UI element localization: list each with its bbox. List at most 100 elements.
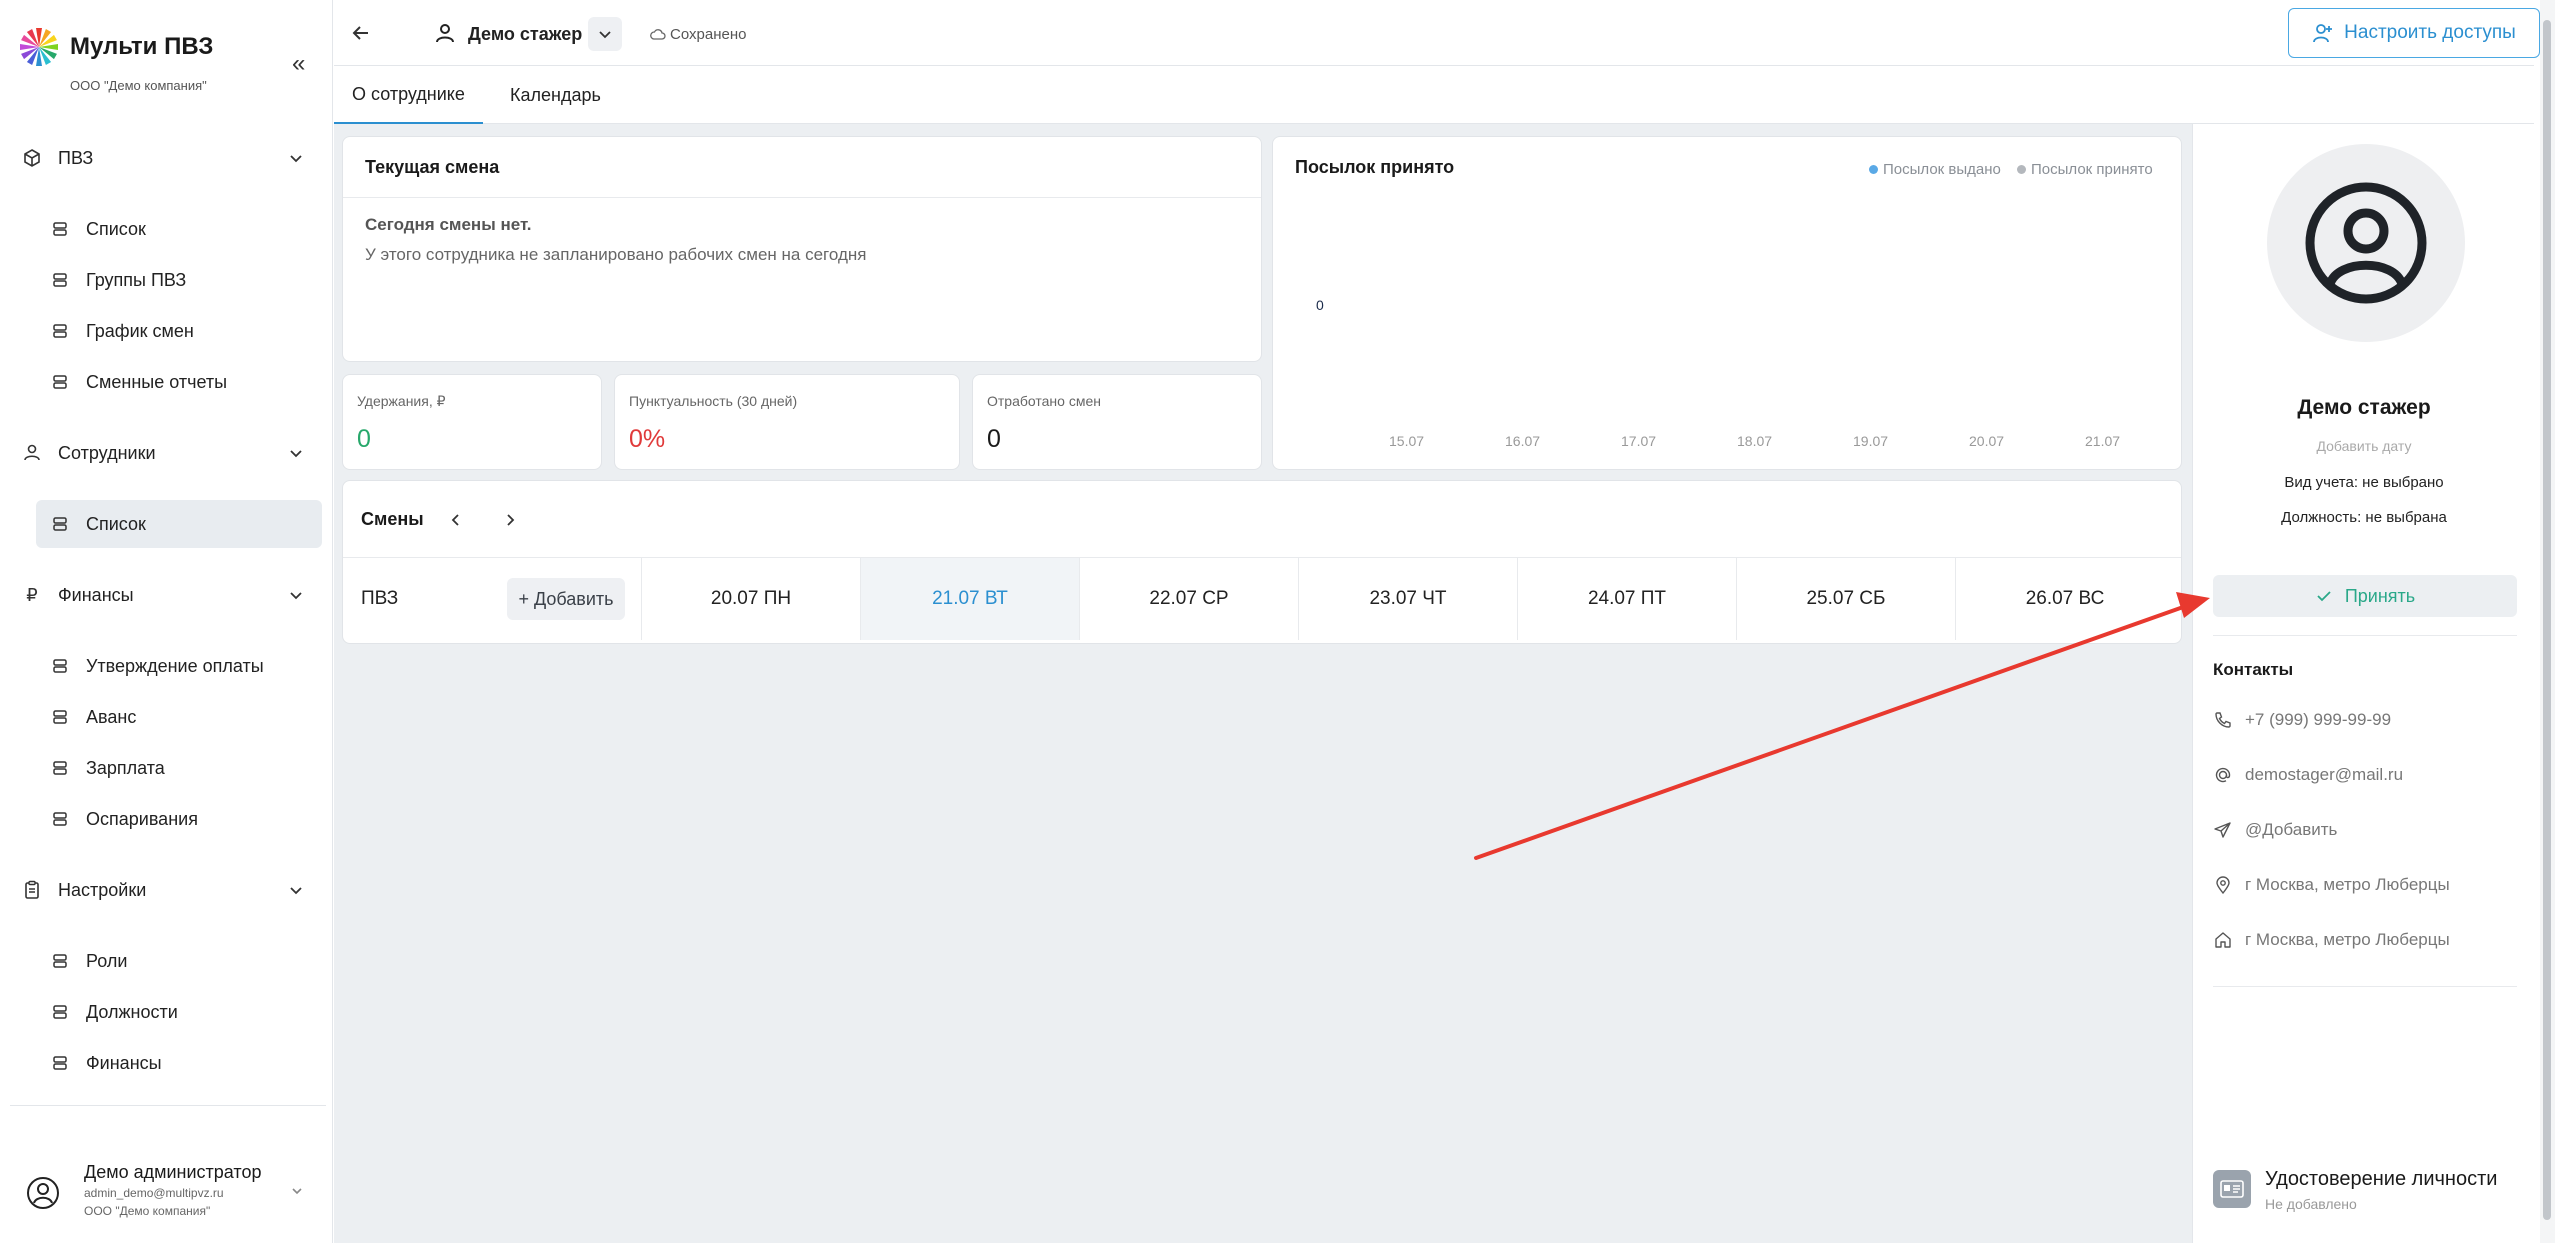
server-icon <box>53 1005 67 1019</box>
server-icon <box>53 710 67 724</box>
contact-phone[interactable]: +7 (999) 999-99-99 <box>2213 706 2391 734</box>
back-arrow-icon[interactable] <box>348 20 374 46</box>
ruble-icon: ₽ <box>26 584 38 605</box>
metric-label: Удержания, ₽ <box>357 393 446 409</box>
page-scrollbar[interactable] <box>2540 0 2555 1243</box>
profile-name: Демо стажер <box>2297 396 2431 419</box>
sidebar-section-pvz[interactable]: ПВЗ <box>0 136 333 180</box>
sidebar-section-label: ПВЗ <box>58 147 94 168</box>
contact-text: @Добавить <box>2245 820 2338 839</box>
divider <box>2213 986 2517 987</box>
tab-calendar[interactable]: Календарь <box>502 66 609 124</box>
contact-telegram[interactable]: @Добавить <box>2213 816 2337 844</box>
legend-label: Посылок выдано <box>1883 161 2001 178</box>
shifts-card: Смены ПВЗ + Добавить 20.07 ПН 21.07 ВТ 2… <box>342 480 2182 644</box>
brand-logo-icon <box>20 28 58 66</box>
user-company: ООО "Демо компания" <box>84 1204 211 1218</box>
day-cell-today[interactable]: 21.07 ВТ <box>860 558 1079 640</box>
contact-home[interactable]: г Москва, метро Люберцы <box>2213 926 2450 954</box>
chart-x-tick: 21.07 <box>2085 433 2121 449</box>
chart-title: Посылок принято <box>1295 157 1455 177</box>
configure-access-button[interactable]: Настроить доступы <box>2288 8 2540 58</box>
home-icon <box>2215 932 2231 948</box>
sidebar-item-label: Утверждение оплаты <box>86 655 264 676</box>
sidebar-item-label: Должности <box>86 1001 178 1022</box>
sidebar-item-advance[interactable]: Аванс <box>36 693 322 741</box>
server-icon <box>53 324 67 338</box>
metric-value: 0 <box>987 425 1001 453</box>
sidebar-section-label: Финансы <box>58 584 134 605</box>
server-icon <box>53 1056 67 1070</box>
contact-text: г Москва, метро Люберцы <box>2245 930 2450 949</box>
chevron-down-icon <box>599 31 611 39</box>
phone-icon <box>2215 712 2231 728</box>
contact-location[interactable]: г Москва, метро Люберцы <box>2213 871 2450 899</box>
server-icon <box>53 761 67 775</box>
sidebar-item-shift-reports[interactable]: Сменные отчеты <box>36 358 322 406</box>
main-content: Текущая смена Сегодня смены нет. У этого… <box>334 124 2192 1243</box>
current-user[interactable]: Демо администратор admin_demo@multipvz.r… <box>0 1150 333 1230</box>
day-cell[interactable]: 23.07 ЧТ <box>1298 558 1517 640</box>
legend-label: Посылок принято <box>2031 161 2153 178</box>
add-shift-button[interactable]: + Добавить <box>507 578 625 620</box>
contact-text: demostager@mail.ru <box>2245 765 2404 784</box>
contact-email[interactable]: demostager@mail.ru <box>2213 761 2403 789</box>
sidebar-item-payment-approval[interactable]: Утверждение оплаты <box>36 642 322 690</box>
metric-card-shifts-worked: Отработано смен 0 <box>972 374 1262 470</box>
chart-x-tick: 15.07 <box>1389 433 1425 449</box>
brand[interactable]: Мульти ПВЗ <box>18 26 213 68</box>
metric-label: Отработано смен <box>987 393 1101 409</box>
scrollbar-thumb[interactable] <box>2543 20 2551 1220</box>
server-icon <box>53 812 67 826</box>
tab-about[interactable]: О сотруднике <box>334 66 483 124</box>
user-icon <box>24 444 40 461</box>
sidebar-item-salary[interactable]: Зарплата <box>36 744 322 792</box>
contact-text: г Москва, метро Люберцы <box>2245 875 2450 894</box>
day-cell[interactable]: 26.07 ВС <box>1955 558 2174 640</box>
brand-title: Мульти ПВЗ <box>70 33 214 60</box>
sidebar-item-shift-schedule[interactable]: График смен <box>36 307 322 355</box>
profile-avatar[interactable] <box>2267 144 2465 342</box>
chevron-right-icon[interactable] <box>499 509 521 531</box>
legend-item-accepted[interactable]: Посылок принято <box>2017 161 2153 178</box>
sidebar-section-settings[interactable]: Настройки <box>0 868 333 912</box>
add-date-link[interactable]: Добавить дату <box>2193 438 2535 454</box>
sidebar-item-pvz-list[interactable]: Список <box>36 205 322 253</box>
chart-x-tick: 19.07 <box>1853 433 1889 449</box>
sidebar-item-employees-list[interactable]: Список <box>36 500 322 548</box>
day-cell[interactable]: 20.07 ПН <box>641 558 860 640</box>
legend-item-issued[interactable]: Посылок выдано <box>1869 161 2001 178</box>
topbar: Демо стажер Сохранено Настроить доступы <box>334 0 2540 66</box>
sidebar-item-disputes[interactable]: Оспаривания <box>36 795 322 843</box>
day-cell[interactable]: 22.07 СР <box>1079 558 1298 640</box>
collapse-sidebar-icon[interactable]: « <box>292 50 305 78</box>
sidebar-item-label: График смен <box>86 320 194 341</box>
at-icon <box>2215 767 2231 783</box>
metric-card-punctuality: Пунктуальность (30 дней) 0% <box>614 374 960 470</box>
sidebar-item-roles[interactable]: Роли <box>36 937 322 985</box>
user-avatar-icon <box>27 1177 59 1209</box>
chevron-left-icon[interactable] <box>445 509 467 531</box>
chevron-down-icon <box>290 887 302 895</box>
id-document-title[interactable]: Удостоверение личности <box>2265 1168 2497 1191</box>
sidebar-section-employees[interactable]: Сотрудники <box>0 431 333 475</box>
shifts-title: Смены <box>361 509 424 529</box>
chevron-down-icon <box>290 592 302 600</box>
server-icon <box>53 954 67 968</box>
legend-dot <box>1869 165 1878 174</box>
sidebar-section-label: Настройки <box>58 879 147 900</box>
sidebar-item-pvz-groups[interactable]: Группы ПВЗ <box>36 256 322 304</box>
day-cell[interactable]: 24.07 ПТ <box>1517 558 1736 640</box>
sidebar-item-positions[interactable]: Должности <box>36 988 322 1036</box>
sidebar-item-label: Аванс <box>86 706 137 727</box>
employee-dropdown-button[interactable] <box>588 17 622 51</box>
no-shift-title: Сегодня смены нет. <box>365 215 532 234</box>
accept-label: Принять <box>2344 585 2416 606</box>
id-card-icon[interactable] <box>2213 1170 2251 1208</box>
sidebar-section-finance[interactable]: ₽ Финансы <box>0 573 333 617</box>
sidebar-item-settings-finance[interactable]: Финансы <box>36 1039 322 1087</box>
day-cell[interactable]: 25.07 СБ <box>1736 558 1955 640</box>
accept-button[interactable]: Принять <box>2213 575 2517 617</box>
clipboard-icon <box>25 880 39 899</box>
contact-text: +7 (999) 999-99-99 <box>2245 710 2392 729</box>
